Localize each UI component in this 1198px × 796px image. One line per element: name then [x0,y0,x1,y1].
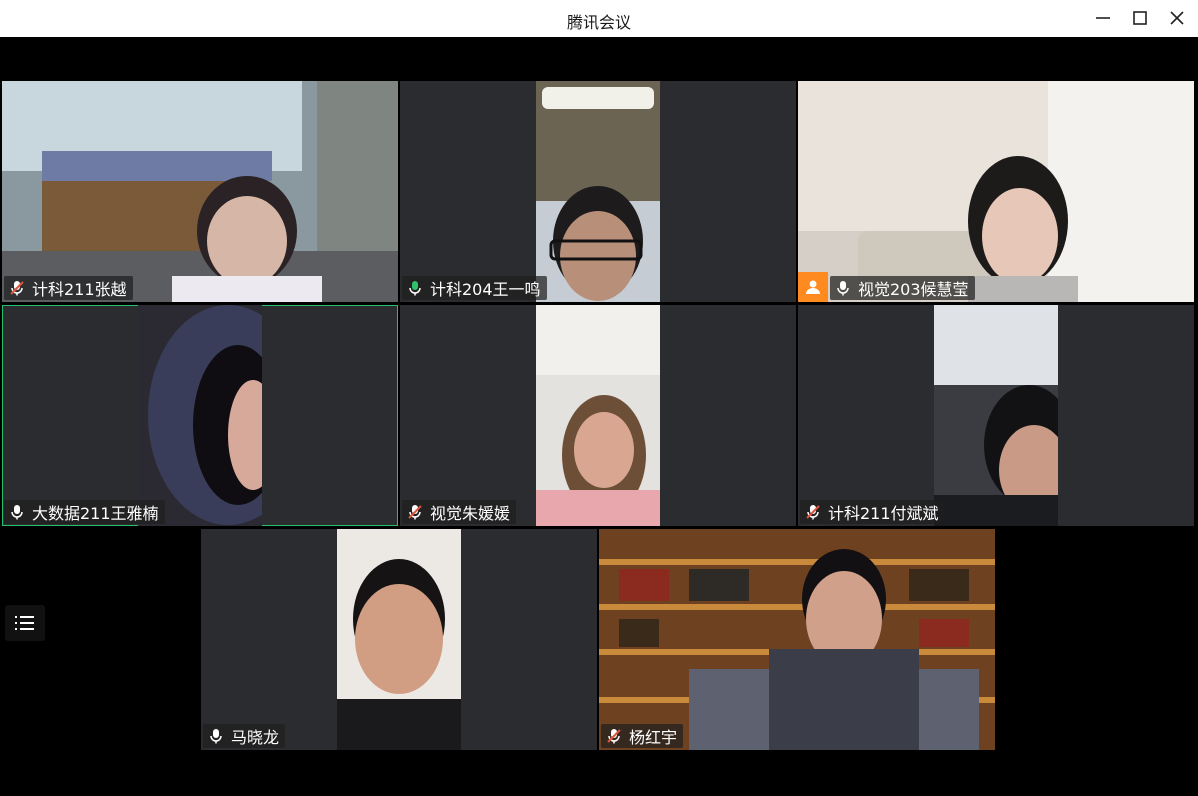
maximize-button[interactable] [1125,4,1155,32]
participant-name: 计科204王一鸣 [430,280,541,299]
participant-name: 视觉朱媛媛 [430,504,511,523]
participant-tile[interactable]: 杨红宇 [599,529,995,750]
participant-video [798,81,1194,302]
participant-video [138,305,262,526]
participant-name: 计科211付斌斌 [828,504,939,523]
host-badge [798,272,828,302]
participant-video [2,81,398,302]
participant-name-tag: 视觉203候慧莹 [830,276,975,300]
participant-video [599,529,995,750]
mic-muted-icon [8,279,26,297]
participant-name: 马晓龙 [231,728,280,747]
participant-tile[interactable]: 视觉203候慧莹 [798,81,1194,302]
participant-tile[interactable]: 马晓龙 [201,529,597,750]
participant-name-tag: 计科211张越 [4,276,133,300]
mic-muted-icon [804,503,822,521]
participant-name-tag: 杨红宇 [601,724,684,748]
member-list-button[interactable] [5,605,45,641]
participant-name: 视觉203候慧莹 [858,280,969,299]
participant-video [536,81,660,302]
participant-tile[interactable]: 视觉朱媛媛 [400,305,796,526]
participant-name-tag: 视觉朱媛媛 [402,500,517,524]
participant-name-tag: 计科211付斌斌 [800,500,945,524]
participant-name: 计科211张越 [32,280,127,299]
minimize-button[interactable] [1088,4,1118,32]
mic-speaking-icon [406,279,424,297]
participant-name-tag: 计科204王一鸣 [402,276,547,300]
title-bar: 腾讯会议 [0,0,1198,37]
participant-tile[interactable]: 计科211张越 [2,81,398,302]
video-grid: 计科211张越 计科204王一鸣 视觉203候慧莹 大数据211王雅楠 视觉朱媛… [0,37,1198,796]
mic-muted-icon [605,727,623,745]
participant-name-tag: 大数据211王雅楠 [4,500,165,524]
close-button[interactable] [1162,4,1192,32]
window-title: 腾讯会议 [566,13,631,32]
participant-video [337,529,461,750]
list-icon [15,616,34,630]
participant-name: 杨红宇 [629,728,678,747]
maximize-icon [1133,11,1147,25]
participant-name: 大数据211王雅楠 [32,504,159,523]
close-icon [1170,11,1184,25]
mic-muted-icon [406,503,424,521]
participant-name-tag: 马晓龙 [203,724,286,748]
participant-video [536,305,660,526]
participant-video [934,305,1058,526]
participant-tile-active[interactable]: 大数据211王雅楠 [2,305,398,526]
mic-icon [834,279,852,297]
person-icon [806,280,820,294]
minimize-icon [1096,17,1110,19]
mic-icon [207,727,225,745]
participant-tile[interactable]: 计科204王一鸣 [400,81,796,302]
mic-icon [8,503,26,521]
participant-tile[interactable]: 计科211付斌斌 [798,305,1194,526]
